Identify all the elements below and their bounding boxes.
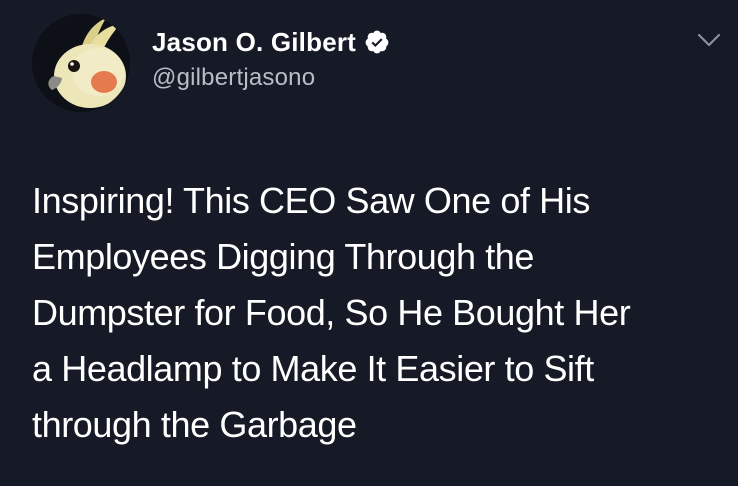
tweet-text-line: Inspiring! This CEO Saw One of His (32, 180, 590, 221)
tweet-author: Jason O. Gilbert @gilbertjasono (152, 22, 390, 92)
user-handle[interactable]: @gilbertjasono (152, 64, 390, 92)
tweet-text-line: Dumpster for Food, So He Bought Her (32, 292, 631, 333)
tweet-card: Jason O. Gilbert @gilbertjasono Inspirin… (0, 0, 738, 486)
avatar[interactable] (32, 14, 130, 112)
tweet-text-line: through the Garbage (32, 404, 357, 445)
verified-badge-icon (364, 29, 390, 55)
tweet-text: Inspiring! This CEO Saw One of His Emplo… (32, 173, 722, 453)
tweet-text-line: Employees Digging Through the (32, 236, 535, 277)
chevron-down-icon[interactable] (696, 30, 722, 50)
name-row: Jason O. Gilbert (152, 22, 390, 62)
cockatiel-avatar-icon (32, 14, 130, 112)
display-name[interactable]: Jason O. Gilbert (152, 27, 356, 58)
tweet-text-line: a Headlamp to Make It Easier to Sift (32, 348, 594, 389)
